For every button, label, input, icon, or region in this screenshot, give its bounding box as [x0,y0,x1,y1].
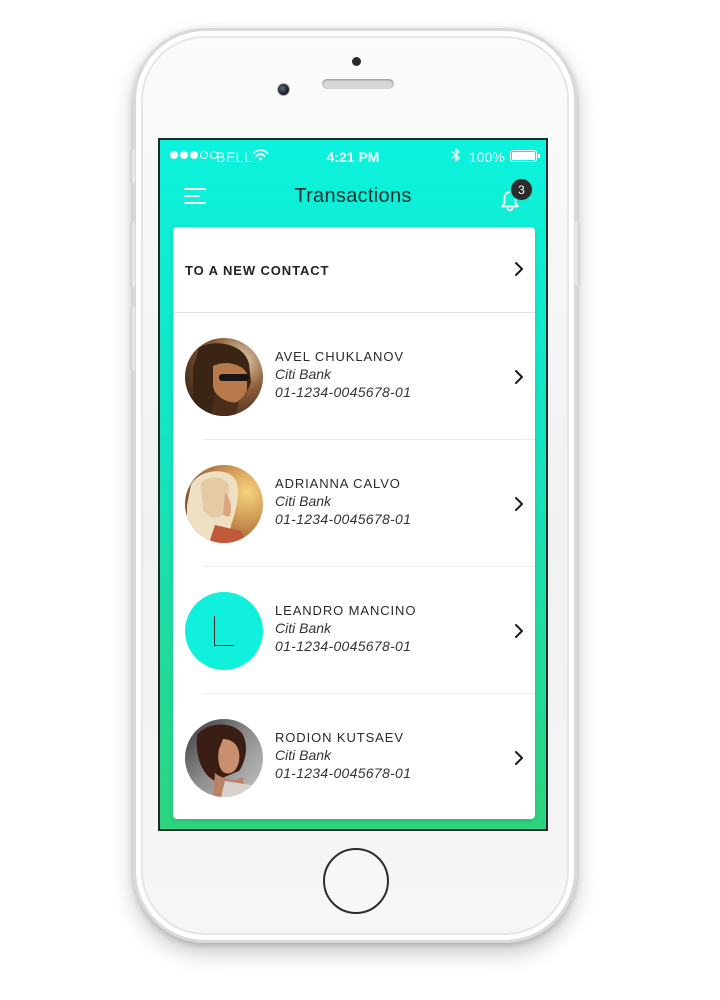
avatar [185,338,263,416]
battery-icon [510,150,540,162]
chevron-right-icon [515,262,523,276]
app-screen: BELL 4:21 PM 100% Transactions 3 TO A NE… [158,138,548,831]
contact-row[interactable]: AVEL CHUKLANOV Citi Bank 01-1234-0045678… [173,313,535,440]
avatar-letter-l [214,616,234,646]
transactions-card: TO A NEW CONTACT AVEL CHUKLANOV Citi Ban… [173,227,535,819]
notifications-button[interactable]: 3 [498,178,533,216]
contact-name: LEANDRO MANCINO [275,603,417,618]
new-contact-item[interactable]: TO A NEW CONTACT [173,227,535,313]
proximity-sensor [352,57,361,66]
contact-row[interactable]: LEANDRO MANCINO Citi Bank 01-1234-004567… [173,567,535,694]
avatar-photo-woman-dark [185,719,263,797]
bluetooth-icon [451,148,460,162]
page-title: Transactions [294,185,412,207]
chevron-right-icon [515,751,523,765]
power-button [575,221,580,285]
earpiece-speaker [322,79,394,89]
contact-account-number: 01-1234-0045678-01 [275,765,412,781]
contact-bank: Citi Bank [275,747,332,763]
home-button[interactable] [323,848,389,914]
avatar [185,719,263,797]
chevron-right-icon [515,497,523,511]
notification-badge: 3 [510,178,533,201]
avatar-initial [185,592,263,670]
contact-row[interactable]: ADRIANNA CALVO Citi Bank 01-1234-0045678… [173,440,535,567]
chevron-right-icon [515,370,523,384]
volume-up-button [130,223,135,287]
contact-account-number: 01-1234-0045678-01 [275,384,412,400]
front-camera [277,83,290,96]
status-bar: BELL 4:21 PM 100% [160,140,546,174]
avatar [185,465,263,543]
contact-row[interactable]: RODION KUTSAEV Citi Bank 01-1234-0045678… [173,694,535,819]
avatar-photo-woman-blonde [185,465,263,543]
chevron-right-icon [515,624,523,638]
contact-bank: Citi Bank [275,493,332,509]
contact-account-number: 01-1234-0045678-01 [275,511,412,527]
volume-down-button [130,307,135,371]
contact-account-number: 01-1234-0045678-01 [275,638,412,654]
contact-name: AVEL CHUKLANOV [275,349,404,364]
avatar-photo-man [185,338,263,416]
contact-name: RODION KUTSAEV [275,730,404,745]
silent-switch [130,149,135,183]
contact-bank: Citi Bank [275,620,332,636]
contact-name: ADRIANNA CALVO [275,476,401,491]
navigation-bar: Transactions 3 [160,174,546,224]
contact-bank: Citi Bank [275,366,332,382]
battery-percentage: 100% [469,149,505,165]
new-contact-label: TO A NEW CONTACT [185,263,330,278]
